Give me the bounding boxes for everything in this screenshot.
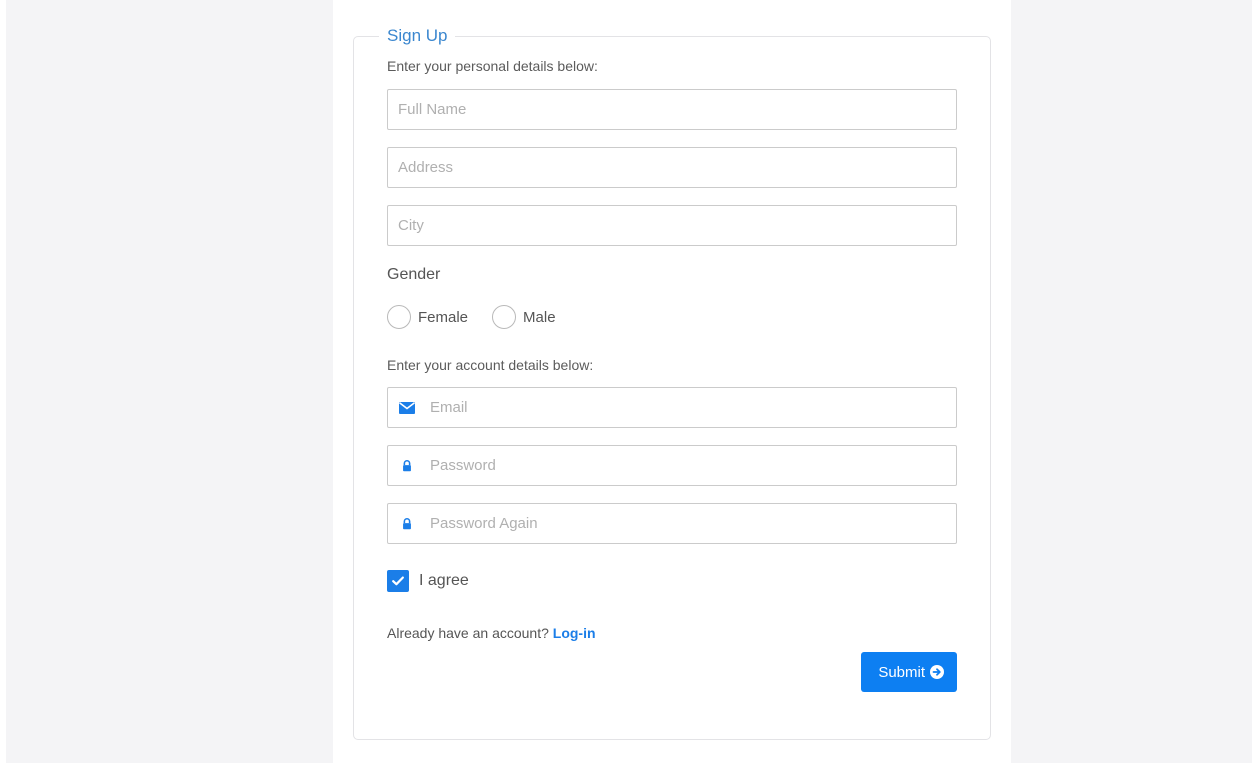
gender-label: Gender [387,266,441,283]
lock-icon [403,460,411,472]
address-input[interactable] [387,147,957,188]
gender-option-male[interactable]: Male [492,305,556,329]
gender-option-female[interactable]: Female [387,305,468,329]
gender-radio-group: Female Male [387,304,957,330]
city-input[interactable] [387,205,957,246]
login-prompt-row: Already have an account? Log-in [387,625,957,641]
email-input[interactable] [422,388,942,427]
arrow-circle-right-icon [930,665,944,679]
right-side-panel [1011,0,1252,763]
account-details-label: Enter your account details below: [387,357,594,373]
checkmark-icon [392,576,404,586]
full-name-input[interactable] [387,89,957,130]
female-radio[interactable] [387,305,411,329]
password-again-input[interactable] [422,504,942,543]
personal-details-label: Enter your personal details below: [387,58,598,74]
female-radio-label: Female [418,308,469,326]
password-input[interactable] [422,446,942,485]
submit-button-label: Submit [878,663,925,681]
left-side-panel [6,0,333,763]
submit-row: Submit [387,652,957,692]
lock-icon [403,518,411,530]
page: Sign Up Enter your personal details belo… [0,0,1257,763]
login-link[interactable]: Log-in [553,625,596,641]
login-prompt-text: Already have an account? [387,625,549,641]
signup-form-panel: Sign Up Enter your personal details belo… [353,26,991,740]
male-radio[interactable] [492,305,517,329]
agree-row: I agree [387,570,957,592]
agree-checkbox[interactable] [387,570,409,592]
agree-label: I agree [419,572,469,589]
password-again-field [387,503,957,544]
submit-button[interactable]: Submit [861,652,957,692]
email-field [387,387,957,428]
male-radio-label: Male [523,308,556,326]
envelope-icon [399,402,415,414]
form-title: Sign Up [387,26,448,45]
password-field [387,445,957,486]
